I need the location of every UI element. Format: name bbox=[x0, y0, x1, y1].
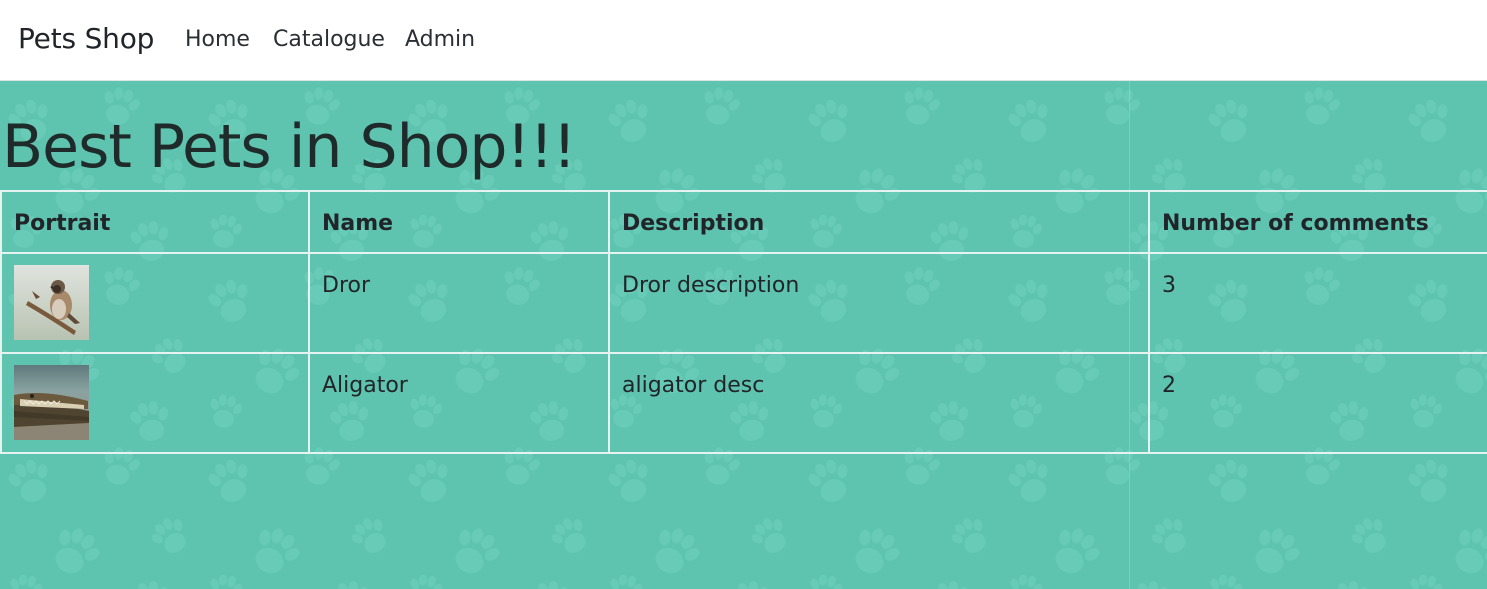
sparrow-photo[interactable] bbox=[14, 265, 89, 340]
page-title: Best Pets in Shop!!! bbox=[2, 112, 577, 182]
top-navbar: Pets Shop Home Catalogue Admin bbox=[0, 0, 1487, 81]
column-header-portrait: Portrait bbox=[0, 190, 310, 254]
pet-description-cell: aligator desc bbox=[608, 352, 1150, 454]
nav-link-catalogue[interactable]: Catalogue bbox=[273, 24, 385, 56]
pet-comments-count-cell: 2 bbox=[1148, 352, 1487, 454]
column-header-comments: Number of comments bbox=[1148, 190, 1487, 254]
pet-name-cell: Dror bbox=[308, 252, 610, 354]
table-row[interactable]: Aligator aligator desc 2 bbox=[0, 352, 1487, 454]
pets-table: Portrait Name Description Number of comm… bbox=[0, 190, 1487, 454]
alligator-photo[interactable] bbox=[14, 365, 89, 440]
pet-comments-count-cell: 3 bbox=[1148, 252, 1487, 354]
portrait-cell bbox=[0, 352, 310, 454]
table-header-row: Portrait Name Description Number of comm… bbox=[0, 190, 1487, 254]
pet-description-cell: Dror description bbox=[608, 252, 1150, 354]
main-content: Best Pets in Shop!!! Portrait Name Descr… bbox=[0, 81, 1487, 589]
nav-link-home[interactable]: Home bbox=[185, 24, 250, 56]
pet-name-cell: Aligator bbox=[308, 352, 610, 454]
portrait-cell bbox=[0, 252, 310, 354]
table-row[interactable]: Dror Dror description 3 bbox=[0, 252, 1487, 354]
column-header-name: Name bbox=[308, 190, 610, 254]
nav-link-admin[interactable]: Admin bbox=[405, 24, 475, 56]
brand-link[interactable]: Pets Shop bbox=[18, 19, 154, 59]
column-header-description: Description bbox=[608, 190, 1150, 254]
